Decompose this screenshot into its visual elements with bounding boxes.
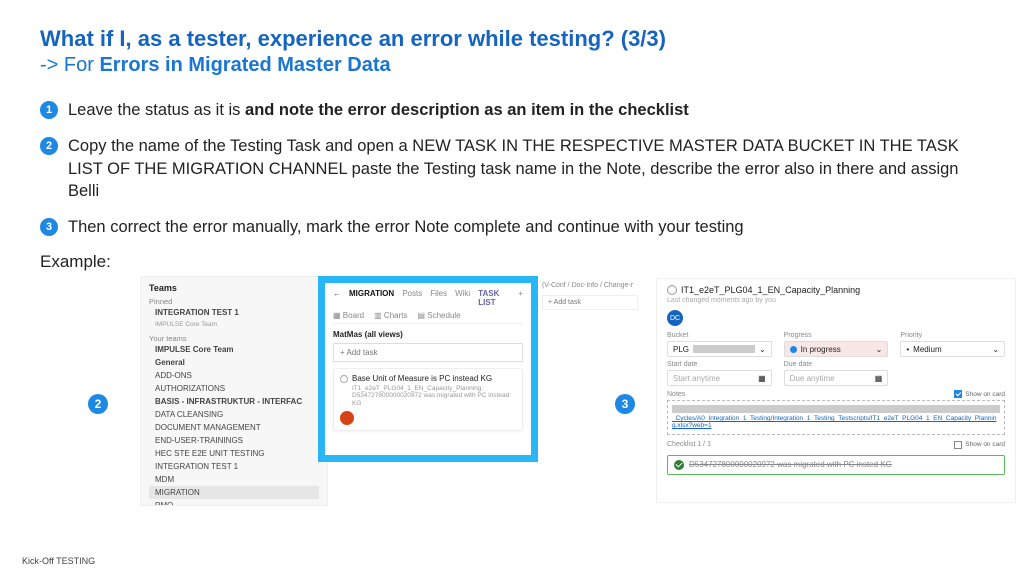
- show-on-card-label: Show on card: [965, 391, 1005, 398]
- notes-textarea[interactable]: _Cycles/A0_Integration_1_Testing/Integra…: [667, 400, 1005, 434]
- task-title: IT1_e2eT_PLG04_1_EN_Capacity_Planning: [681, 285, 860, 295]
- step-1-text: Leave the status as it is and note the e…: [68, 99, 984, 121]
- planner-popup: ← MIGRATION Posts Files Wiki TASK LIST +…: [318, 276, 538, 462]
- sidebar-item[interactable]: END-USER-TRAININGS: [149, 434, 319, 447]
- tab-wiki[interactable]: Wiki: [455, 289, 470, 307]
- notes-label: Notes: [667, 391, 685, 398]
- calendar-icon: ▦: [758, 374, 766, 383]
- show-on-card-checkbox-2[interactable]: [954, 441, 962, 449]
- task-card[interactable]: Base Unit of Measure is PC instead KG IT…: [333, 368, 523, 430]
- complete-circle-icon[interactable]: [667, 285, 677, 295]
- task-meta: Last changed moments ago by you: [667, 297, 1005, 304]
- bucket-label: Bucket: [667, 332, 772, 339]
- step-3-text: Then correct the error manually, mark th…: [68, 216, 984, 238]
- tab-tasklist[interactable]: TASK LIST: [478, 289, 510, 307]
- complete-circle-icon[interactable]: [340, 375, 348, 383]
- view-board[interactable]: ▦ Board: [333, 311, 364, 320]
- tab-migration[interactable]: MIGRATION: [349, 289, 394, 307]
- tab-files[interactable]: Files: [430, 289, 447, 307]
- footer-text: Kick-Off TESTING: [22, 556, 95, 566]
- show-on-card-checkbox[interactable]: [954, 390, 962, 398]
- check-complete-icon[interactable]: [674, 460, 684, 470]
- start-label: Start date: [667, 361, 772, 368]
- sidebar-item[interactable]: HEC STE E2E UNIT TESTING: [149, 447, 319, 460]
- callout-2: 2: [88, 394, 108, 414]
- progress-label: Progress: [784, 332, 889, 339]
- card-subtitle: IT1_e2eT_PLG04_1_EN_Capacity_Planning: D…: [352, 385, 516, 406]
- step-2-text: Copy the name of the Testing Task and op…: [68, 135, 984, 202]
- view-charts[interactable]: ▥ Charts: [374, 311, 407, 320]
- yourteams-label: Your teams: [149, 334, 319, 343]
- sidebar-item[interactable]: INTEGRATION TEST 1: [149, 460, 319, 473]
- tab-plus[interactable]: +: [518, 289, 523, 307]
- step-num-3: 3: [40, 218, 58, 236]
- checklist-item[interactable]: D534727800000020972 was migrated with PC…: [667, 455, 1005, 475]
- sidebar-item[interactable]: AUTHORIZATIONS: [149, 382, 319, 395]
- progress-select[interactable]: In progress⌄: [784, 341, 889, 357]
- teams-panel: Teams Pinned INTEGRATION TEST 1 IMPULSE …: [140, 276, 328, 506]
- checklist-label: Checklist 1 / 1: [667, 441, 711, 448]
- steps-list: 1 Leave the status as it is and note the…: [40, 99, 984, 238]
- step-num-2: 2: [40, 137, 58, 155]
- priority-label: Priority: [900, 332, 1005, 339]
- team-name[interactable]: IMPULSE Core Team: [149, 343, 319, 356]
- priority-select[interactable]: •Medium⌄: [900, 341, 1005, 357]
- add-task-button[interactable]: + Add task: [333, 343, 523, 362]
- card-title: Base Unit of Measure is PC instead KG: [352, 374, 516, 383]
- start-date-input[interactable]: Start anytime▦: [667, 370, 772, 386]
- sidebar-item-migration[interactable]: MIGRATION: [149, 486, 319, 499]
- assignee-avatar: [340, 411, 354, 425]
- side-bucket-label: (V-Conf / Doc-Info / Change-r: [542, 282, 638, 289]
- step-1-b: and note the error description as an ite…: [245, 101, 689, 119]
- sidebar-item[interactable]: ADD-ONS: [149, 369, 319, 382]
- notes-link[interactable]: _Cycles/A0_Integration_1_Testing/Integra…: [672, 415, 1000, 429]
- pinned-item[interactable]: INTEGRATION TEST 1: [149, 306, 319, 319]
- slide-title-line2: -> For Errors in Migrated Master Data: [40, 54, 984, 77]
- side-bucket: (V-Conf / Doc-Info / Change-r + Add task: [542, 282, 638, 310]
- due-date-input[interactable]: Due anytime▦: [784, 370, 889, 386]
- sidebar-item[interactable]: General: [149, 356, 319, 369]
- tab-posts[interactable]: Posts: [402, 289, 422, 307]
- pinned-label: Pinned: [149, 297, 319, 306]
- view-schedule[interactable]: ▤ Schedule: [417, 311, 460, 320]
- sidebar-item[interactable]: DATA CLEANSING: [149, 408, 319, 421]
- show-on-card-label-2: Show on card: [965, 441, 1005, 448]
- example-label: Example:: [40, 252, 984, 272]
- bucket-select[interactable]: PLG⌄: [667, 341, 772, 357]
- title-arrow: -> For: [40, 54, 99, 76]
- due-label: Due date: [784, 361, 889, 368]
- teams-header: Teams: [149, 283, 319, 293]
- calendar-icon: ▦: [875, 374, 883, 383]
- sidebar-item[interactable]: BASIS - INFRASTRUKTUR - INTERFAC: [149, 395, 319, 408]
- assignee-chip[interactable]: DC: [667, 310, 683, 326]
- sidebar-item[interactable]: PMO: [149, 499, 319, 506]
- side-add-task[interactable]: + Add task: [542, 295, 638, 310]
- sidebar-item[interactable]: DOCUMENT MANAGEMENT: [149, 421, 319, 434]
- channel-tabs: ← MIGRATION Posts Files Wiki TASK LIST +: [333, 289, 523, 307]
- slide-title-line1: What if I, as a tester, experience an er…: [40, 26, 984, 52]
- sidebar-item[interactable]: MDM: [149, 473, 319, 486]
- checklist-item-text: D534727800000020972 was migrated with PC…: [689, 460, 892, 469]
- task-detail-panel: IT1_e2eT_PLG04_1_EN_Capacity_Planning La…: [656, 278, 1016, 503]
- title-bold: Errors in Migrated Master Data: [99, 54, 390, 76]
- pinned-sub: IMPULSE Core Team: [149, 319, 319, 330]
- step-1-a: Leave the status as it is: [68, 101, 245, 119]
- step-num-1: 1: [40, 101, 58, 119]
- examples-area: 2 3 Teams Pinned INTEGRATION TEST 1 IMPU…: [30, 276, 984, 516]
- callout-3: 3: [615, 394, 635, 414]
- bucket-header: MatMas (all views): [333, 330, 523, 339]
